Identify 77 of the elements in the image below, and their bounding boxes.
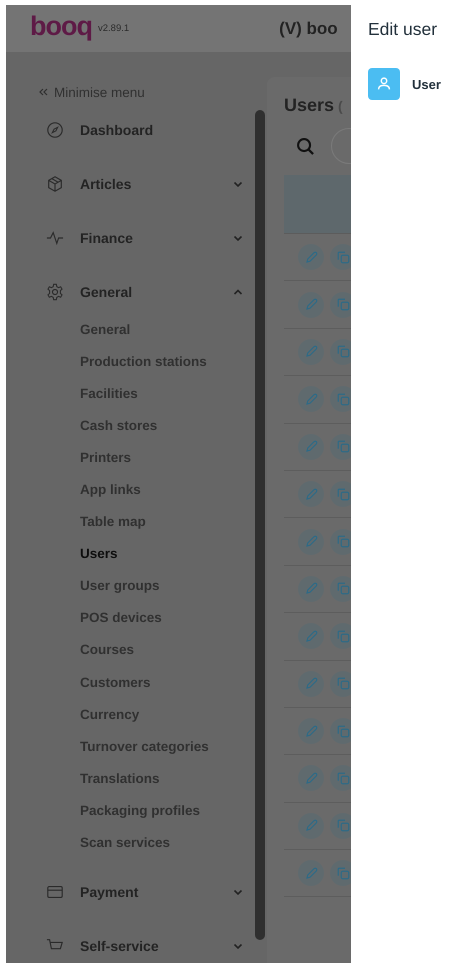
page-title: Users	[284, 95, 334, 116]
copy-icon	[336, 534, 350, 550]
pencil-icon	[304, 486, 318, 502]
edit-button[interactable]	[298, 528, 324, 555]
logo[interactable]: booq	[30, 13, 92, 44]
copy-icon	[336, 818, 350, 834]
pencil-icon	[304, 250, 318, 265]
count-label: (	[338, 98, 343, 114]
copy-button[interactable]	[330, 623, 351, 650]
copy-icon	[336, 297, 350, 312]
nav-item[interactable]: Articles	[6, 157, 255, 211]
version-label: v2.89.1	[98, 23, 130, 34]
copy-button[interactable]	[330, 528, 351, 555]
edit-button[interactable]	[298, 812, 324, 839]
box-icon	[46, 175, 64, 193]
double-chevron-left-icon	[38, 87, 48, 97]
pencil-icon	[304, 297, 318, 312]
copy-icon	[336, 392, 350, 407]
edit-button[interactable]	[298, 292, 324, 318]
nav-item[interactable]: Dashboard	[6, 103, 255, 157]
pencil-icon	[304, 392, 318, 407]
pencil-icon	[304, 676, 318, 692]
search-icon[interactable]	[296, 136, 315, 156]
pulse-icon	[46, 229, 64, 247]
copy-button[interactable]	[330, 292, 351, 318]
settings-icon	[46, 283, 64, 301]
copy-button[interactable]	[330, 244, 351, 270]
edit-button[interactable]	[298, 338, 324, 365]
copy-button[interactable]	[330, 434, 351, 460]
copy-icon	[336, 439, 350, 454]
nav-item[interactable]: Payment	[6, 864, 255, 919]
scrollbar[interactable]	[255, 110, 265, 940]
copy-icon	[336, 676, 350, 692]
pencil-icon	[304, 818, 318, 834]
edit-button[interactable]	[298, 244, 324, 270]
copy-icon	[336, 628, 350, 644]
edit-button[interactable]	[298, 860, 324, 886]
copy-icon	[336, 866, 350, 881]
edit-button[interactable]	[298, 576, 324, 602]
copy-button[interactable]	[330, 481, 351, 508]
pencil-icon	[304, 534, 318, 550]
edit-button[interactable]	[298, 718, 324, 744]
pencil-icon	[304, 724, 318, 739]
pencil-icon	[304, 439, 318, 454]
tab[interactable]: User	[368, 68, 441, 100]
copy-icon	[336, 724, 350, 739]
copy-icon	[336, 770, 350, 786]
pencil-icon	[304, 581, 318, 596]
nav-item[interactable]: Self-service	[6, 918, 255, 963]
copy-button[interactable]	[330, 386, 351, 412]
venue-title: (V) boo	[279, 18, 338, 38]
pencil-icon	[304, 344, 318, 360]
pencil-icon	[304, 628, 318, 644]
copy-button[interactable]	[330, 860, 351, 886]
pencil-icon	[304, 770, 318, 786]
panel-title: Edit user	[368, 19, 438, 40]
copy-button[interactable]	[330, 718, 351, 744]
copy-button[interactable]	[330, 338, 351, 365]
copy-button[interactable]	[330, 812, 351, 839]
edit-button[interactable]	[298, 670, 324, 697]
pencil-icon	[304, 866, 318, 881]
copy-icon	[336, 344, 350, 360]
copy-button[interactable]	[330, 765, 351, 792]
submenu-item[interactable]: Users	[6, 538, 118, 570]
copy-icon	[336, 250, 350, 265]
nav-item[interactable]: Finance	[6, 211, 255, 265]
copy-button[interactable]	[330, 670, 351, 697]
edit-button[interactable]	[298, 481, 324, 508]
copy-button[interactable]	[330, 576, 351, 602]
edit-button[interactable]	[298, 765, 324, 792]
copy-icon	[336, 581, 350, 596]
edit-button[interactable]	[298, 434, 324, 460]
edit-button[interactable]	[298, 386, 324, 412]
compass-icon	[46, 121, 64, 139]
nav-item[interactable]: General	[6, 265, 255, 319]
edit-button[interactable]	[298, 623, 324, 650]
copy-icon	[336, 486, 350, 502]
